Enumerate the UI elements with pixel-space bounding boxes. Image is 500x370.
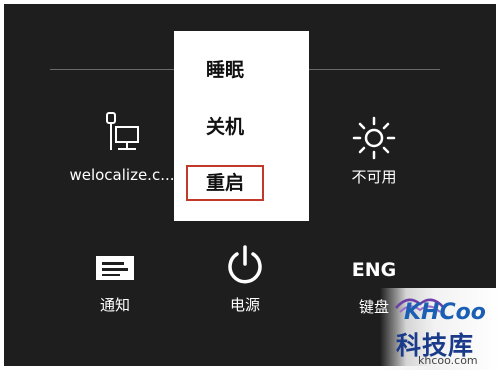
brightness-tile[interactable]: 不可用	[314, 116, 434, 186]
notifications-label: 通知	[99, 296, 130, 314]
network-label: welocalize.c...	[69, 166, 175, 184]
watermark-url: khcoo.com	[418, 354, 478, 367]
power-label: 电源	[229, 296, 260, 314]
network-icon	[106, 112, 139, 150]
keyboard-language-indicator: ENG	[351, 259, 397, 281]
menu-item-shutdown[interactable]: 关机	[186, 110, 264, 146]
power-icon	[228, 245, 262, 284]
brightness-icon	[352, 116, 396, 160]
power-menu: 睡眠 关机 重启	[174, 31, 309, 221]
network-tile[interactable]: welocalize.c...	[52, 112, 192, 184]
notifications-tile[interactable]: 通知	[70, 254, 160, 314]
menu-item-restart[interactable]: 重启	[186, 165, 264, 201]
site-watermark: KHCoo 科技库 khcoo.com	[380, 288, 500, 370]
menu-item-sleep[interactable]: 睡眠	[186, 53, 264, 89]
notifications-icon	[96, 256, 134, 280]
brightness-label: 不可用	[351, 168, 397, 186]
watermark-logo: KHCoo	[404, 300, 486, 325]
power-tile[interactable]: 电源	[200, 244, 290, 314]
